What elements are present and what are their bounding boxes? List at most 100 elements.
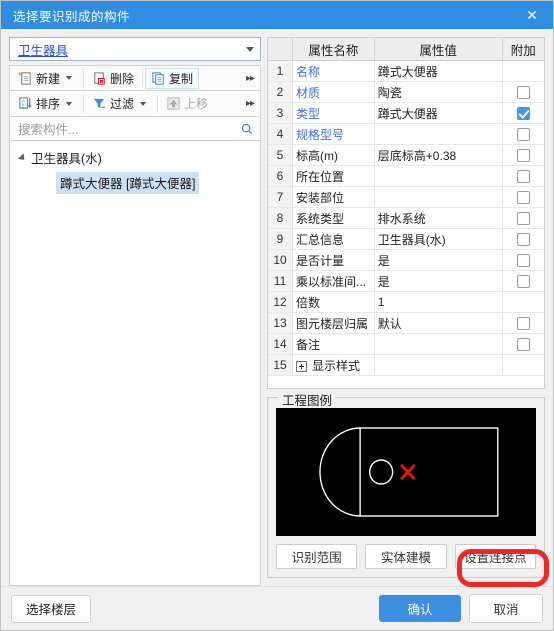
property-value-cell[interactable]: 卫生器具(水) <box>374 228 503 250</box>
attach-cell[interactable] <box>502 123 544 145</box>
move-up-button[interactable]: 上移 <box>160 93 214 114</box>
table-row[interactable]: 8 系统类型 排水系统 <box>268 207 544 229</box>
property-name-cell[interactable]: 规格型号 <box>292 123 375 145</box>
property-value-cell[interactable]: 蹲式大便器 <box>374 102 503 124</box>
property-grid[interactable]: 属性名称 属性值 附加 1 名称 蹲式大便器 2 材质 陶瓷 3 类型 蹲式大便器 4 规格型号 5 标… <box>267 37 545 389</box>
property-name-cell[interactable]: 倍数 <box>292 291 375 313</box>
delete-button[interactable]: 删除 <box>86 68 140 89</box>
table-row[interactable]: 15 显示样式 <box>268 354 544 376</box>
table-row[interactable]: 10 是否计量是 <box>268 249 544 271</box>
property-value-cell[interactable]: 层底标高+0.38 <box>374 144 503 166</box>
attach-cell[interactable] <box>502 144 544 166</box>
copy-button[interactable]: 复制 <box>145 67 200 89</box>
property-value-cell[interactable]: 1 <box>374 291 503 313</box>
table-row[interactable]: 14 备注 <box>268 333 544 355</box>
category-dropdown[interactable]: 卫生器具 <box>9 37 261 61</box>
attach-cell[interactable] <box>502 354 544 376</box>
plus-expander-icon[interactable] <box>296 360 308 372</box>
property-name-cell[interactable]: 显示样式 <box>292 354 375 376</box>
table-row[interactable]: 4 规格型号 <box>268 123 544 145</box>
property-name-cell[interactable]: 标高(m) <box>292 144 375 166</box>
property-value-cell[interactable]: 排水系统 <box>374 207 503 229</box>
attach-cell[interactable] <box>502 186 544 208</box>
attach-checkbox[interactable] <box>516 191 530 205</box>
attach-checkbox[interactable] <box>516 170 530 184</box>
attach-cell[interactable] <box>502 81 544 103</box>
delete-button-label: 删除 <box>110 71 135 86</box>
table-row[interactable]: 13 图元楼层归属 默认 <box>268 312 544 334</box>
select-floor-button[interactable]: 选择楼层 <box>11 594 91 623</box>
set-connection-point-button[interactable]: 设置连接点 <box>454 544 536 569</box>
chevron-down-icon[interactable] <box>66 101 73 106</box>
attach-cell[interactable] <box>502 207 544 229</box>
attach-checkbox[interactable] <box>516 149 530 163</box>
property-name-cell[interactable]: 所在位置 <box>292 165 375 187</box>
table-row[interactable]: 5 标高(m) 层底标高+0.38 <box>268 144 544 166</box>
table-row[interactable]: 3 类型 蹲式大便器 <box>268 102 544 124</box>
attach-checkbox[interactable] <box>516 338 530 352</box>
tree-root-node[interactable]: 卫生器具(水) <box>14 147 256 168</box>
table-row[interactable]: 7 安装部位 <box>268 186 544 208</box>
table-row[interactable]: 12 倍数 1 <box>268 291 544 313</box>
attach-cell[interactable] <box>502 60 544 82</box>
close-icon[interactable]: ✕ <box>521 4 543 26</box>
property-name-cell[interactable]: 材质 <box>292 81 375 103</box>
property-name-cell[interactable]: 系统类型 <box>292 207 375 229</box>
property-name-cell[interactable]: 图元楼层归属 <box>292 312 375 334</box>
table-row[interactable]: 9 汇总信息 卫生器具(水) <box>268 228 544 250</box>
attach-cell[interactable] <box>502 270 544 292</box>
property-value-cell[interactable] <box>374 354 503 376</box>
property-value-cell[interactable]: 默认 <box>374 312 503 334</box>
property-value-cell[interactable]: 是 <box>374 270 503 292</box>
property-name-cell[interactable]: 是否计量 <box>292 249 375 271</box>
property-value-cell[interactable] <box>374 165 503 187</box>
tree-item-selected[interactable]: 蹲式大便器 [蹲式大便器] <box>56 172 200 194</box>
attach-cell[interactable] <box>502 249 544 271</box>
attach-checkbox[interactable] <box>516 128 530 142</box>
property-name-cell[interactable]: 汇总信息 <box>292 228 375 250</box>
attach-checkbox[interactable] <box>516 233 530 247</box>
property-name-cell[interactable]: 备注 <box>292 333 375 355</box>
filter-button[interactable]: 过滤 <box>86 93 155 114</box>
sort-button[interactable]: A Z 排序 <box>12 93 81 114</box>
attach-checkbox[interactable] <box>516 275 530 289</box>
attach-checkbox[interactable] <box>516 254 530 268</box>
solid-modeling-button[interactable]: 实体建模 <box>365 544 447 569</box>
property-value-cell[interactable] <box>374 186 503 208</box>
confirm-button[interactable]: 确认 <box>379 595 461 622</box>
attach-checkbox[interactable] <box>516 212 530 226</box>
attach-cell[interactable] <box>502 102 544 124</box>
table-row[interactable]: 2 材质 陶瓷 <box>268 81 544 103</box>
component-tree[interactable]: 卫生器具(水) 蹲式大便器 [蹲式大便器] <box>9 141 261 586</box>
attach-cell[interactable] <box>502 291 544 313</box>
attach-cell[interactable] <box>502 165 544 187</box>
attach-cell[interactable] <box>502 312 544 334</box>
search-icon[interactable] <box>240 122 254 136</box>
table-row[interactable]: 1 名称 蹲式大便器 <box>268 60 544 82</box>
chevron-down-icon[interactable] <box>140 101 147 106</box>
attach-cell[interactable] <box>502 228 544 250</box>
property-name-cell[interactable]: 名称 <box>292 60 375 82</box>
new-button[interactable]: 新建 <box>12 68 81 89</box>
identify-range-button[interactable]: 识别范围 <box>276 544 358 569</box>
attach-cell[interactable] <box>502 333 544 355</box>
attach-checkbox[interactable] <box>516 317 530 331</box>
table-row[interactable]: 6 所在位置 <box>268 165 544 187</box>
table-row[interactable]: 11 乘以标准间... 是 <box>268 270 544 292</box>
property-value-cell[interactable]: 陶瓷 <box>374 81 503 103</box>
cancel-button[interactable]: 取消 <box>469 594 543 623</box>
toolbar-overflow-button[interactable]: ▸▸ <box>246 98 258 109</box>
property-value-cell[interactable] <box>374 123 503 145</box>
property-value-cell[interactable]: 是 <box>374 249 503 271</box>
attach-checkbox[interactable] <box>516 107 530 121</box>
property-value-cell[interactable] <box>374 333 503 355</box>
attach-checkbox[interactable] <box>516 86 530 100</box>
property-name-cell[interactable]: 安装部位 <box>292 186 375 208</box>
property-value-cell[interactable]: 蹲式大便器 <box>374 60 503 82</box>
chevron-down-icon[interactable] <box>66 76 73 80</box>
property-name-cell[interactable]: 类型 <box>292 102 375 124</box>
toolbar-overflow-button[interactable]: ▸▸ <box>246 73 258 84</box>
property-name-cell[interactable]: 乘以标准间... <box>292 270 375 292</box>
triangle-expand-icon[interactable] <box>17 152 28 163</box>
search-input[interactable]: 搜索构件... <box>9 117 261 141</box>
